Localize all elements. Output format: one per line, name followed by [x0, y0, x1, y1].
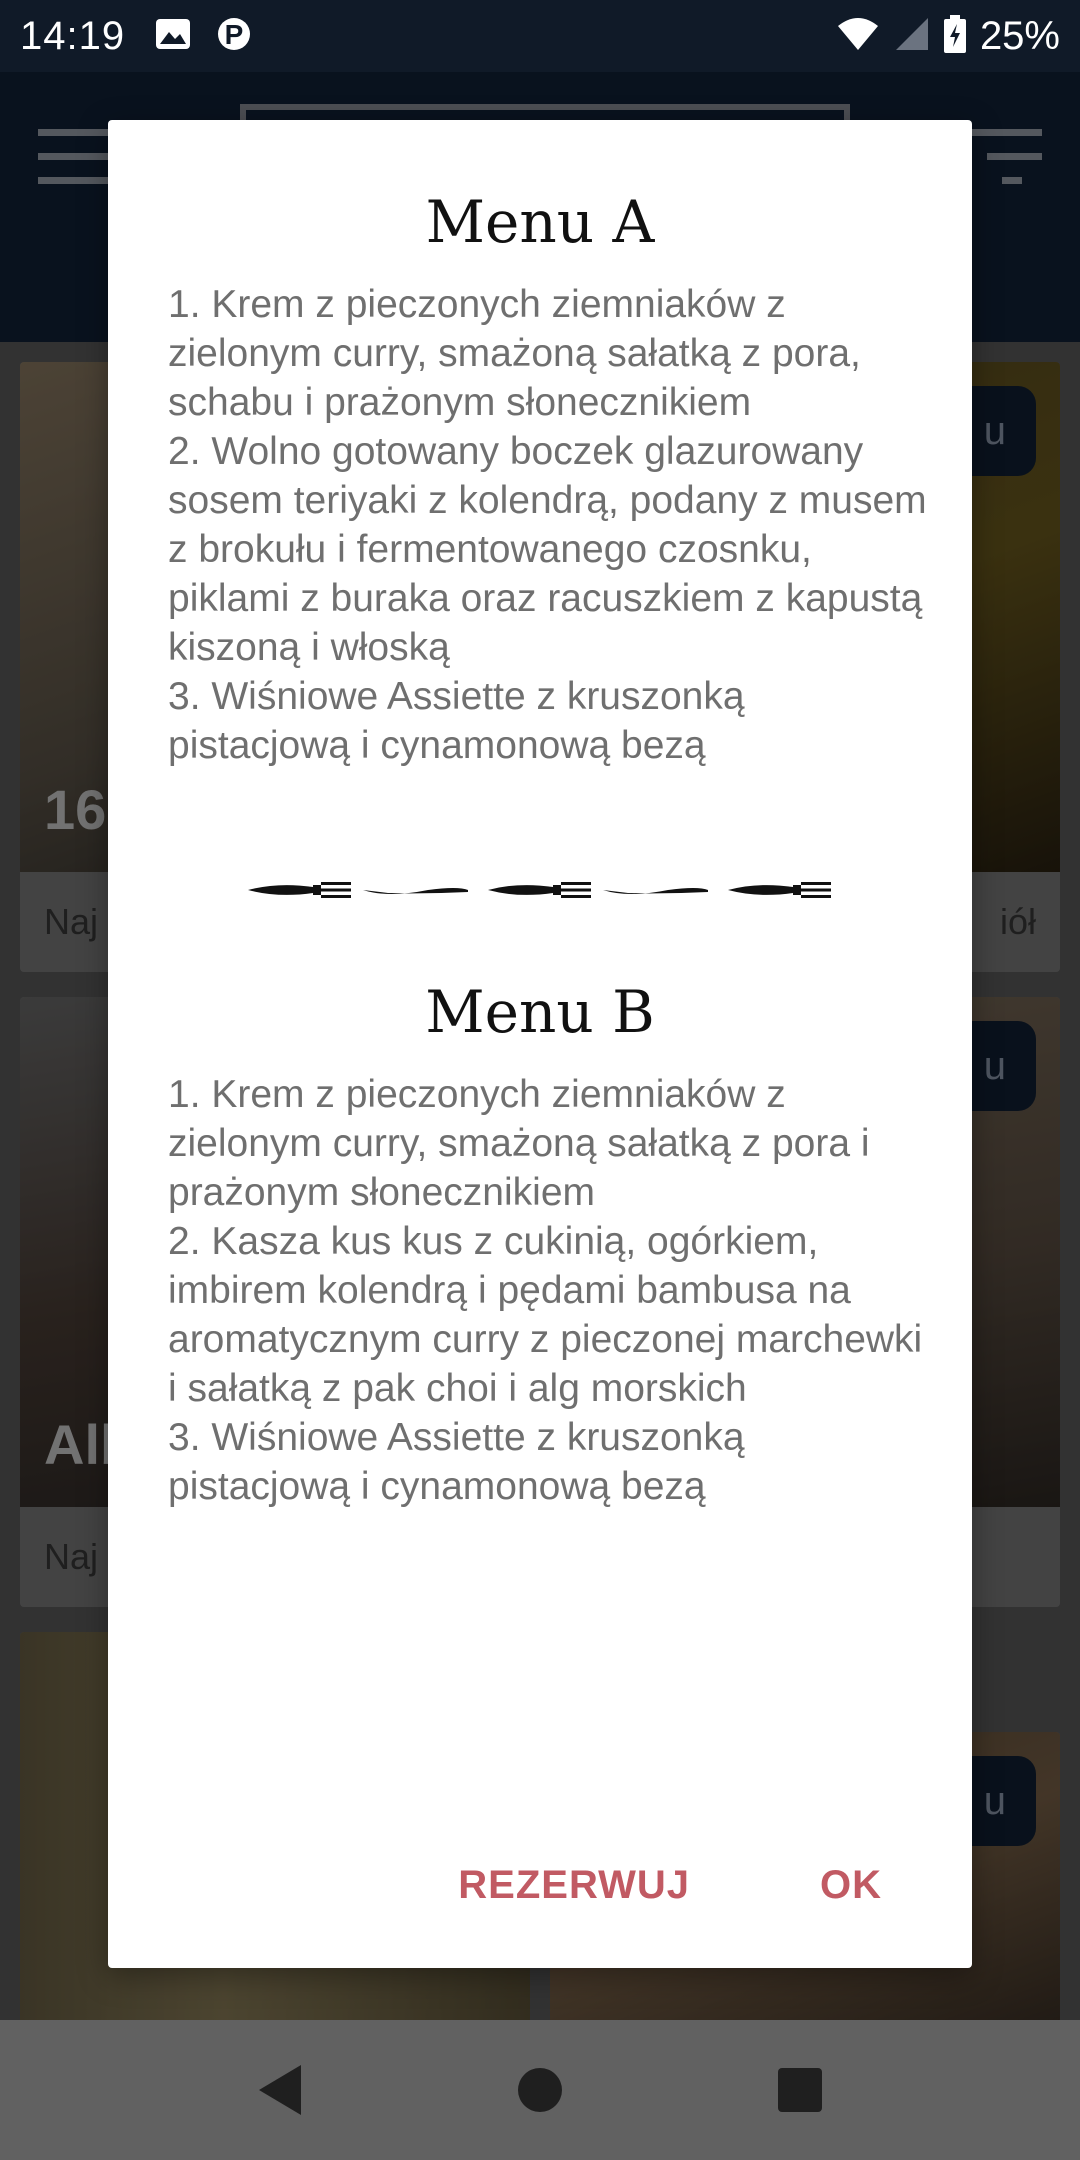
back-icon[interactable]	[220, 2030, 340, 2150]
battery-charging-icon	[943, 14, 966, 58]
ok-button[interactable]: OK	[820, 1863, 882, 1908]
status-bar: 14:19 P 25%	[0, 0, 1080, 72]
menu-dialog: Menu A 1. Krem z pieczonych ziemniaków z…	[108, 120, 972, 1968]
battery-percent: 25%	[979, 13, 1060, 58]
dialog-actions: REZERWUJ OK	[458, 1863, 882, 1908]
image-icon	[155, 18, 191, 55]
reserve-button[interactable]: REZERWUJ	[458, 1863, 690, 1908]
menu-b-body: 1. Krem z pieczonych ziemniaków z zielon…	[168, 1073, 923, 1508]
svg-text:P: P	[225, 19, 244, 50]
system-nav-bar	[0, 2020, 1080, 2160]
menu-a-body: 1. Krem z pieczonych ziemniaków z zielon…	[168, 283, 927, 767]
menu-a-title: Menu A	[425, 188, 655, 256]
parking-icon: P	[217, 14, 251, 59]
cutlery-divider-icon	[248, 870, 848, 915]
status-time: 14:19	[20, 13, 126, 58]
home-icon[interactable]	[480, 2030, 600, 2150]
menu-b-title: Menu B	[425, 978, 655, 1046]
recents-icon[interactable]	[740, 2030, 860, 2150]
signal-icon	[894, 16, 930, 57]
wifi-icon	[836, 16, 880, 57]
